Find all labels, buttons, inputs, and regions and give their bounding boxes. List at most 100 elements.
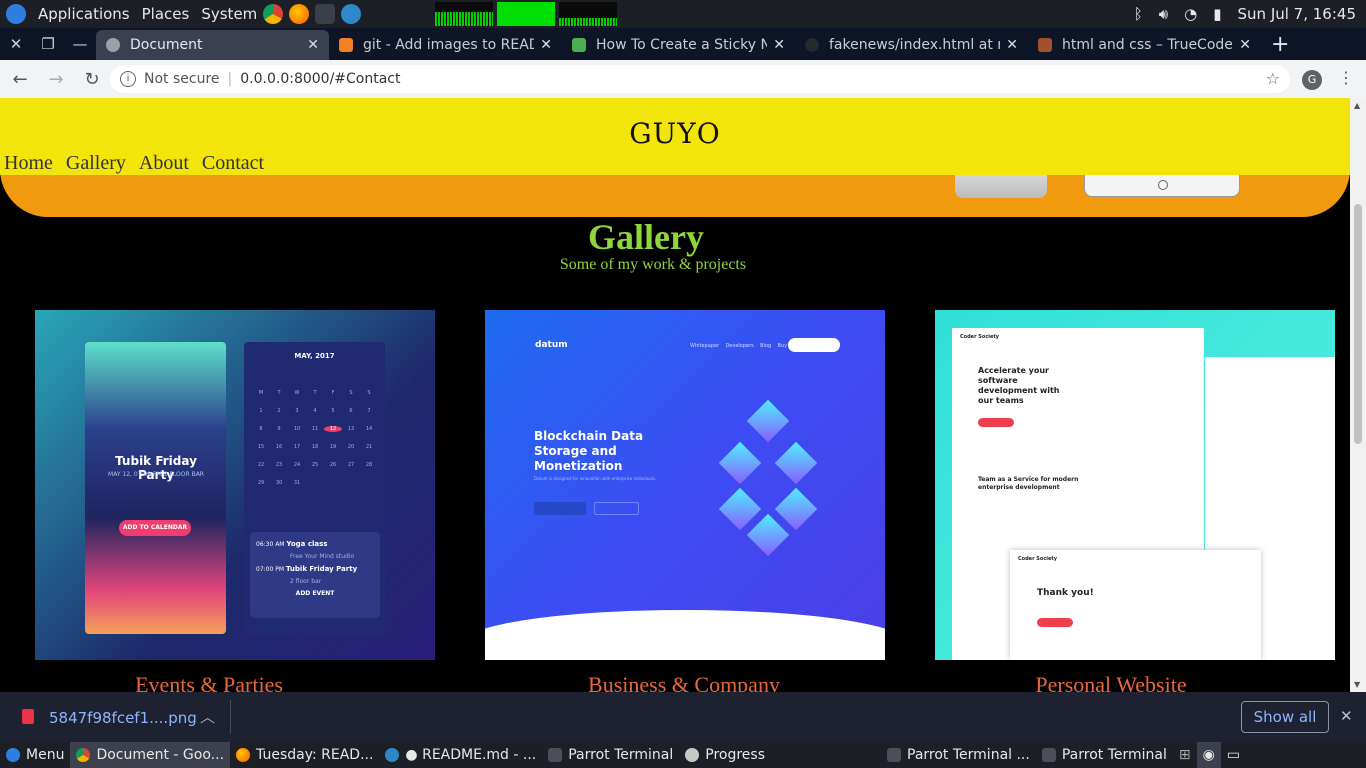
url-text[interactable]: 0.0.0.0:8000/#Contact <box>240 71 400 87</box>
bluetooth-icon[interactable]: ᛒ <box>1134 5 1143 23</box>
calendar-day: 9 <box>277 426 281 432</box>
scroll-up-icon[interactable]: ▲ <box>1354 101 1360 110</box>
calendar-day: 19 <box>329 444 337 450</box>
workspace-switcher-icon[interactable]: ⊞ <box>1173 742 1197 768</box>
tab-close-icon[interactable]: ✕ <box>1239 37 1251 53</box>
tab-title: fakenews/index.html at m <box>829 37 1001 53</box>
calendar-day: 8 <box>259 426 263 432</box>
task-terminal-1[interactable]: Parrot Terminal <box>542 742 679 768</box>
blockchain-blurb: Datum is designed for innovation with en… <box>534 476 657 481</box>
calendar-month: MAY, 2017 <box>294 352 335 360</box>
tab-document[interactable]: Document ✕ <box>96 30 329 60</box>
reload-icon[interactable]: ↻ <box>76 69 108 90</box>
mini-secondary-button <box>594 502 639 515</box>
tab-title: Document <box>130 37 203 53</box>
task-label: ● README.md - ... <box>405 747 537 763</box>
calendar-day: 15 <box>257 444 265 450</box>
task-terminal-2[interactable]: Parrot Terminal ... <box>881 742 1036 768</box>
info-icon[interactable]: i <box>120 71 136 87</box>
tab-close-icon[interactable]: ✕ <box>1006 37 1018 53</box>
truecode-icon <box>1038 38 1052 52</box>
calendar-day: 14 <box>365 426 373 432</box>
tab-close-icon[interactable]: ✕ <box>540 37 552 53</box>
tab-close-icon[interactable]: ✕ <box>773 37 785 53</box>
server-cube <box>774 441 818 485</box>
task-terminal-3[interactable]: Parrot Terminal <box>1036 742 1173 768</box>
network-graph <box>559 2 618 26</box>
tab-github[interactable]: fakenews/index.html at m ✕ <box>795 30 1028 60</box>
gallery-image-business[interactable]: datum Whitepaper Developers Blog Buy tok… <box>485 310 885 660</box>
stackoverflow-icon <box>339 38 353 52</box>
close-icon[interactable]: ✕ <box>1340 707 1353 725</box>
gallery-image-events[interactable]: Tubik Friday Party MAY 12, 07:00 PM 2 FL… <box>35 310 435 660</box>
firefox-launcher-icon[interactable] <box>289 4 310 24</box>
places-menu[interactable]: Places <box>142 0 190 28</box>
calendar-phone-screen: MAY, 2017 M T W T F S S 1 2 3 4 5 6 7 8 9 10 11 12 13 14 15 16… <box>244 342 385 634</box>
site-logo[interactable]: GUYO <box>0 117 1350 150</box>
new-tab-button[interactable]: + <box>1261 30 1299 60</box>
task-firefox[interactable]: Tuesday: READ... <box>230 742 379 768</box>
address-bar[interactable]: i Not secure | 0.0.0.0:8000/#Contact ☆ <box>110 65 1290 93</box>
task-label: Parrot Terminal ... <box>907 747 1030 763</box>
chevron-up-icon[interactable]: ︿ <box>200 706 215 727</box>
window-close-icon[interactable]: ✕ <box>0 28 32 60</box>
tab-truecode[interactable]: html and css – TrueCode ✕ <box>1028 30 1261 60</box>
calendar-day: 16 <box>275 444 283 450</box>
scroll-thumb[interactable] <box>1354 204 1362 444</box>
calendar-day: 2 <box>277 408 281 414</box>
tab-git[interactable]: git - Add images to READ ✕ <box>329 30 562 60</box>
forward-arrow-icon[interactable]: → <box>40 69 72 90</box>
tab-sticky-nav[interactable]: How To Create a Sticky N ✕ <box>562 30 795 60</box>
system-menu[interactable]: System <box>201 0 257 28</box>
server-cube <box>718 487 762 531</box>
page-viewport: GUYO Home Gallery About Contact Gallery … <box>0 98 1350 692</box>
scroll-down-icon[interactable]: ▼ <box>1354 680 1360 689</box>
nav-about[interactable]: About <box>139 152 189 175</box>
parrot-menu-icon[interactable] <box>6 4 26 24</box>
chrome-launcher-icon[interactable] <box>263 4 284 24</box>
nav-contact[interactable]: Contact <box>202 152 264 175</box>
volume-icon[interactable]: 🔊︎ <box>1159 5 1168 23</box>
calendar-day: 18 <box>311 444 319 450</box>
applications-menu[interactable]: Applications <box>38 0 130 28</box>
terminal-launcher-icon[interactable] <box>315 4 336 24</box>
show-all-button[interactable]: Show all <box>1241 701 1329 733</box>
gallery-image-personal[interactable]: Coder Society Accelerate your software d… <box>935 310 1335 660</box>
task-menu[interactable]: Menu <box>0 742 70 768</box>
tab-close-icon[interactable]: ✕ <box>307 37 319 53</box>
battery-icon[interactable]: ▮ <box>1213 5 1221 23</box>
page-scrollbar[interactable]: ▲ ▼ <box>1350 98 1366 692</box>
bookmark-star-icon[interactable]: ☆ <box>1266 69 1280 88</box>
vscode-launcher-icon[interactable] <box>341 4 362 24</box>
window-minimize-icon[interactable]: — <box>64 28 96 60</box>
task-vscode[interactable]: ● README.md - ... <box>379 742 542 768</box>
wifi-icon[interactable]: ◔ <box>1184 5 1197 23</box>
profile-avatar[interactable]: G <box>1302 70 1322 90</box>
w3schools-icon <box>572 38 586 52</box>
chrome-icon <box>76 748 91 762</box>
nav-gallery[interactable]: Gallery <box>66 152 126 175</box>
menu-kebab-icon[interactable]: ⋮ <box>1338 68 1354 87</box>
url-separator: | <box>227 71 233 87</box>
github-icon <box>805 38 819 52</box>
browser-tab-strip: ✕ ❐ — Document ✕ git - Add images to REA… <box>0 28 1366 60</box>
back-arrow-icon[interactable]: ← <box>4 69 36 90</box>
task-chrome[interactable]: Document - Goo... <box>70 742 231 768</box>
tab-title: html and css – TrueCode <box>1062 37 1233 53</box>
calendar-day: 4 <box>313 408 317 414</box>
vscode-icon <box>385 748 400 762</box>
workspace-current-icon[interactable]: ◉ <box>1196 742 1221 768</box>
clock[interactable]: Sun Jul 7, 16:45 <box>1238 5 1356 23</box>
mock-red-button <box>1037 618 1073 627</box>
nav-home[interactable]: Home <box>4 152 53 175</box>
calendar-day: 23 <box>275 462 283 468</box>
window-restore-icon[interactable]: ❐ <box>32 28 64 60</box>
download-item[interactable]: 5847f98fcef1....png <box>49 709 197 727</box>
calendar-weekday: W <box>294 390 300 396</box>
event-place: Free Your Mind studio <box>290 553 355 560</box>
show-desktop-icon[interactable]: ▭ <box>1221 742 1246 768</box>
memory-graph <box>497 2 556 26</box>
caption-events: Events & Parties <box>135 672 283 692</box>
task-progress[interactable]: Progress <box>679 742 771 768</box>
blockchain-headline: Blockchain Data Storage and Monetization <box>534 429 644 473</box>
